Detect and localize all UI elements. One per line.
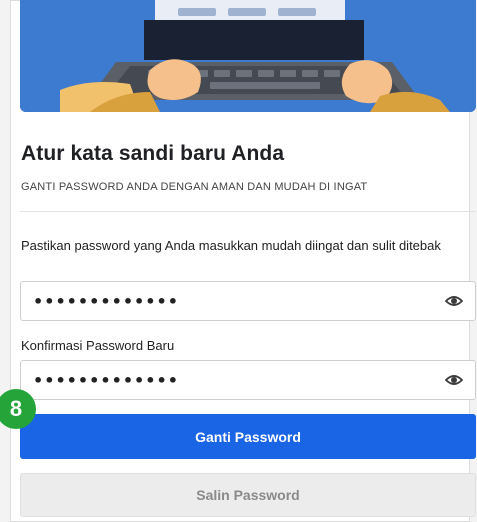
page-title: Atur kata sandi baru Anda — [21, 142, 285, 165]
new-password-field[interactable]: ••••••••••••• — [20, 281, 476, 321]
hero-illustration — [20, 0, 476, 112]
eye-icon[interactable] — [444, 294, 464, 308]
copy-password-button[interactable]: Salin Password — [20, 473, 476, 517]
confirm-password-field[interactable]: ••••••••••••• — [20, 360, 476, 400]
divider — [20, 211, 476, 212]
change-password-button[interactable]: Ganti Password — [20, 414, 476, 459]
confirm-password-value: ••••••••••••• — [33, 371, 179, 390]
confirm-password-label: Konfirmasi Password Baru — [21, 338, 175, 353]
page-subtitle: GANTI PASSWORD ANDA DENGAN AMAN DAN MUDA… — [21, 181, 368, 193]
eye-icon[interactable] — [444, 373, 464, 387]
new-password-label: Pastikan password yang Anda masukkan mud… — [21, 238, 441, 253]
new-password-value: ••••••••••••• — [33, 292, 179, 311]
